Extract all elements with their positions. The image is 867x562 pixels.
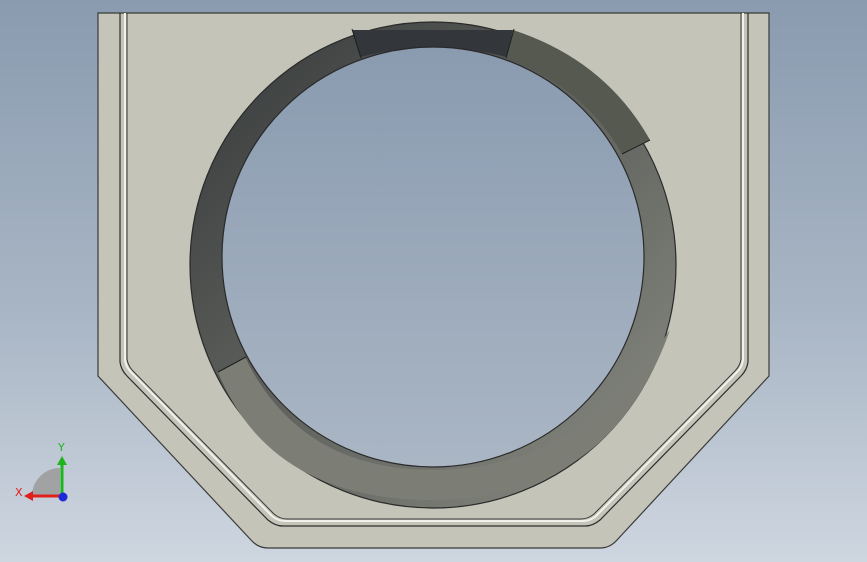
graphics-viewport[interactable]: X Y	[0, 0, 867, 562]
triad-y-label: Y	[58, 441, 65, 454]
triad-x-label: X	[15, 486, 23, 499]
reference-triad	[24, 456, 68, 502]
bore-through-hole	[221, 46, 645, 468]
triad-x-arrow	[24, 491, 33, 501]
triad-z-axis	[58, 492, 68, 502]
part-front-view[interactable]	[0, 0, 867, 562]
triad-y-arrow	[57, 456, 67, 465]
triad-plane-indicator	[32, 468, 60, 496]
